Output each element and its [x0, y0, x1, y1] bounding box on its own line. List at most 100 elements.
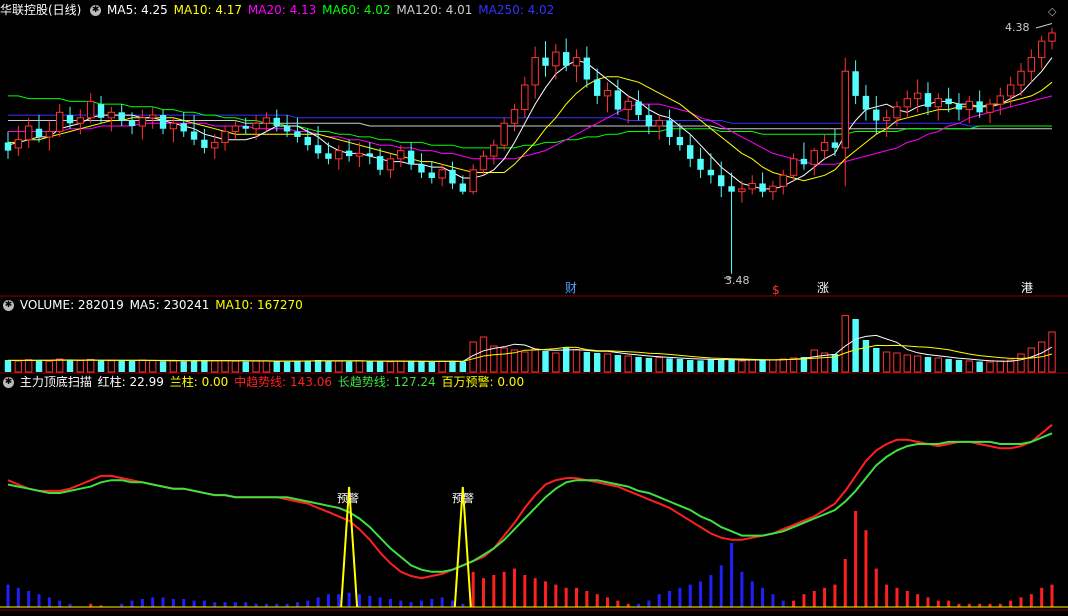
volume-bar	[645, 358, 653, 372]
candles	[4, 22, 1056, 279]
red-bar	[823, 587, 827, 607]
event-marker-gang[interactable]: 港	[1021, 281, 1033, 295]
volume-bar	[262, 360, 271, 373]
candle	[728, 172, 735, 274]
volume-bar	[572, 349, 581, 373]
alarm-label: 预警	[452, 491, 474, 505]
red-bar	[471, 571, 475, 607]
blue-bar	[326, 594, 330, 607]
red-bar	[512, 568, 516, 607]
blue-bar	[709, 575, 713, 607]
volume-bar	[304, 360, 311, 372]
candle-body	[789, 158, 798, 176]
candle-body	[469, 169, 477, 193]
candle	[955, 93, 963, 121]
candle-body	[407, 150, 415, 165]
red-bar	[1019, 597, 1023, 607]
event-marker-cai[interactable]: 财	[565, 281, 577, 295]
blue-bar	[192, 600, 196, 607]
volume-bar	[965, 360, 974, 373]
candle-body	[676, 136, 684, 146]
volume-bar	[345, 361, 353, 372]
red-bar	[554, 584, 558, 607]
candle-body	[810, 150, 818, 165]
red-bar	[812, 591, 816, 607]
candle	[159, 109, 167, 135]
candle	[138, 109, 147, 140]
candle-body	[242, 126, 249, 129]
blue-bar	[419, 600, 423, 607]
volume-bar	[583, 352, 591, 372]
volume-bar	[283, 361, 291, 372]
blue-bar	[761, 587, 765, 607]
candle-body	[1006, 84, 1015, 97]
blue-bar	[409, 602, 413, 607]
candle-body	[325, 153, 332, 159]
candle	[789, 153, 798, 181]
volume-bar	[552, 352, 560, 373]
blue-bar	[378, 597, 382, 607]
candle-body	[1048, 32, 1056, 42]
blue-bar	[678, 587, 682, 607]
blue-bar	[223, 602, 227, 607]
candle-body	[521, 84, 529, 111]
candle-body	[159, 115, 167, 129]
candle-body	[955, 104, 963, 110]
volume-bar	[221, 360, 229, 373]
candle-body	[635, 101, 642, 116]
candle-body	[76, 117, 85, 124]
volume-bar	[294, 361, 301, 372]
candle-body	[500, 122, 508, 146]
candle-body	[490, 144, 498, 157]
ma20-line	[8, 95, 1053, 165]
volume-bar	[655, 357, 663, 373]
blue-bar	[161, 597, 165, 607]
volume-bar	[231, 360, 240, 373]
volume-bar	[687, 360, 694, 372]
candle-body	[14, 139, 23, 149]
red-bar	[895, 587, 899, 607]
candle-body	[800, 158, 808, 165]
candle-body	[180, 123, 187, 132]
candle	[107, 106, 116, 132]
candle	[655, 115, 663, 140]
candle	[779, 169, 787, 195]
candle	[149, 106, 157, 129]
candle-body	[304, 136, 311, 146]
chart-canvas[interactable]: 4.38 3.48 ◇ 财 $ 涨 港 预警 预警	[0, 0, 1068, 616]
volume-bar	[180, 361, 187, 372]
volume-bar	[86, 358, 95, 373]
candle	[913, 79, 922, 113]
volume-bar	[945, 359, 952, 372]
candle-body	[24, 125, 33, 141]
candle-body	[728, 186, 735, 192]
candle	[903, 90, 911, 118]
candle-body	[1037, 40, 1046, 59]
candle	[376, 147, 384, 176]
volume-bar	[449, 360, 456, 372]
blue-bar	[182, 599, 186, 607]
volume-bar	[852, 319, 859, 372]
candle	[562, 38, 570, 72]
red-bar	[936, 600, 940, 607]
candle	[500, 117, 508, 151]
blue-bar	[171, 599, 175, 607]
volume-bar	[97, 360, 105, 372]
candle-body	[841, 70, 849, 149]
blue-bar	[16, 587, 20, 607]
candle	[531, 46, 539, 99]
candle-body	[45, 130, 54, 138]
candle	[283, 115, 291, 137]
diamond-icon[interactable]: ◇	[1048, 5, 1057, 18]
red-bar	[533, 578, 537, 607]
candle	[976, 90, 983, 118]
candle-body	[759, 183, 766, 192]
candle	[759, 172, 766, 198]
event-marker-dollar[interactable]: $	[772, 283, 780, 297]
event-marker-zhang[interactable]: 涨	[817, 280, 829, 295]
volume-bar	[118, 360, 125, 372]
candle-body	[190, 131, 198, 140]
volume-bar	[355, 360, 364, 373]
candle	[934, 93, 943, 121]
blue-bar	[750, 581, 754, 607]
